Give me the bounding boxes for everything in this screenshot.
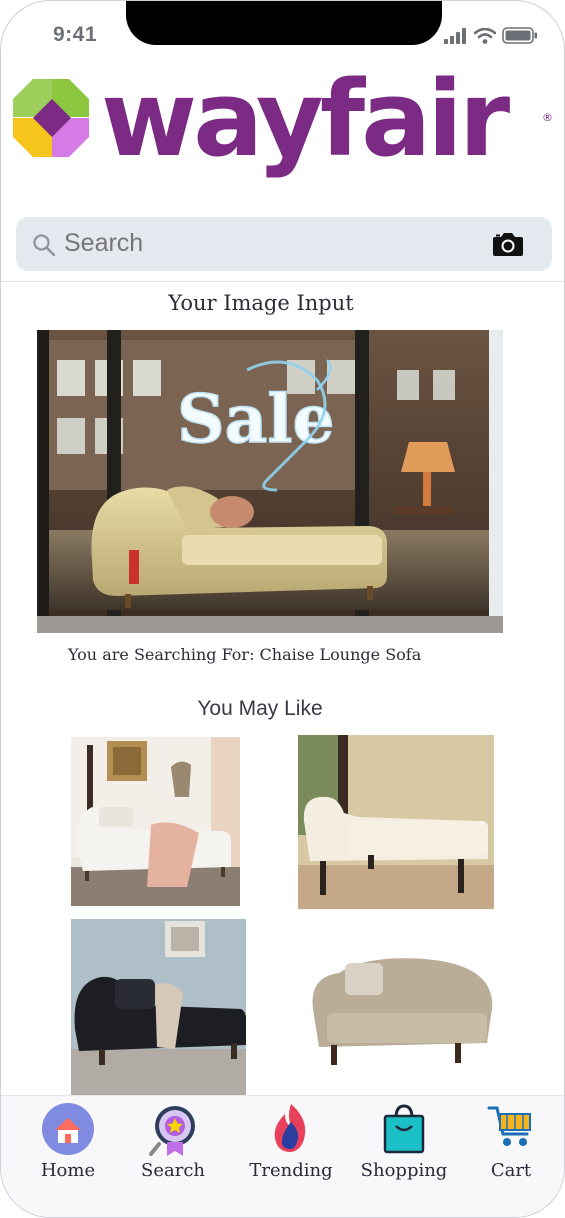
search-input[interactable]	[64, 229, 464, 258]
wayfair-wordmark: wayfair	[101, 58, 510, 180]
product-cream-chaise[interactable]	[298, 735, 494, 909]
battery-icon	[502, 27, 537, 44]
tab-shopping-label: Shopping	[360, 1160, 448, 1181]
cart-icon[interactable]	[487, 1102, 535, 1150]
camera-icon[interactable]	[492, 231, 524, 257]
tab-cart-label: Cart	[490, 1160, 532, 1181]
shopping-bag-icon[interactable]	[382, 1102, 426, 1154]
wayfair-logo-icon	[13, 79, 89, 157]
input-image: Sale	[37, 330, 503, 633]
phone-frame: 9:41 wayfair ® Search Your Image Input S…	[0, 0, 565, 1218]
status-time: 9:41	[53, 23, 98, 46]
tab-search-label: Search	[141, 1160, 205, 1181]
product-white-chaise[interactable]	[71, 737, 240, 906]
tab-home-label: Home	[40, 1160, 96, 1181]
window-sale-text: Sale	[177, 380, 335, 458]
search-icon[interactable]	[32, 233, 56, 257]
home-icon[interactable]	[41, 1102, 95, 1156]
device-notch	[126, 1, 442, 45]
signal-icon	[444, 28, 466, 44]
image-input-title: Your Image Input	[168, 291, 354, 315]
searching-for-text: You are Searching For: Chaise Lounge Sof…	[68, 645, 422, 664]
tab-bar: Home Search Trending Shopping Cart	[1, 1095, 564, 1217]
tab-trending-label: Trending	[249, 1160, 333, 1181]
status-icons	[444, 27, 538, 44]
search-badge-icon[interactable]	[145, 1102, 201, 1158]
recommendations-title: You May Like	[197, 697, 323, 720]
search-bar[interactable]	[16, 217, 552, 271]
flame-icon[interactable]	[271, 1102, 311, 1154]
product-black-chaise[interactable]	[71, 919, 246, 1095]
wifi-icon	[474, 28, 496, 44]
header-divider	[1, 281, 564, 282]
product-beige-chaise[interactable]	[305, 945, 497, 1073]
registered-mark: ®	[542, 111, 553, 124]
